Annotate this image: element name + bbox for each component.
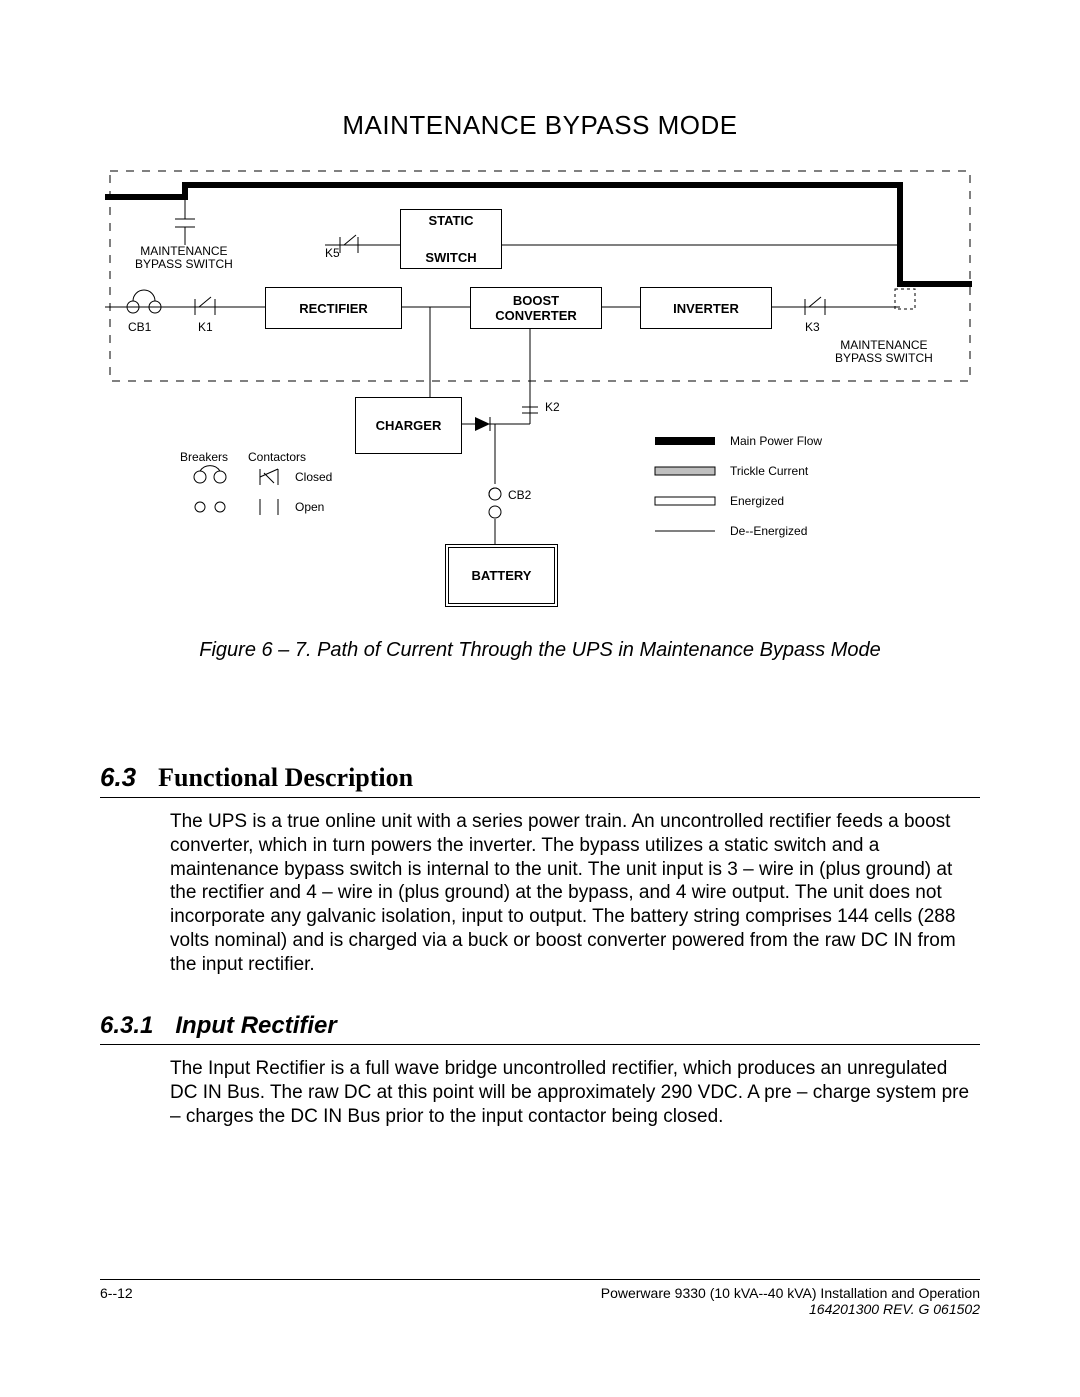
figure-caption: Figure 6 – 7. Path of Current Through th… <box>100 639 980 662</box>
k5-label: K5 <box>325 247 340 260</box>
footer-rev: 164201300 REV. G 061502 <box>809 1301 980 1317</box>
maint-bypass-switch-left-label: MAINTENANCE BYPASS SWITCH <box>135 245 233 271</box>
charger-block: CHARGER <box>355 397 462 454</box>
section-6-3-title: Functional Description <box>158 763 413 793</box>
footer-page: 6--12 <box>100 1285 133 1317</box>
section-6-3-num: 6.3 <box>100 762 136 793</box>
section-6-3-1-num: 6.3.1 <box>100 1012 153 1040</box>
battery-block: BATTERY <box>445 544 558 607</box>
k3-label: K3 <box>805 321 820 334</box>
diagram: STATIC SWITCH RECTIFIER BOOST CONVERTER … <box>100 149 980 609</box>
k1-label: K1 <box>198 321 213 334</box>
legend-contactors: Contactors <box>248 451 306 464</box>
section-6-3-1-title: Input Rectifier <box>175 1012 336 1040</box>
cb1-label: CB1 <box>128 321 151 334</box>
legend-breakers: Breakers <box>180 451 228 464</box>
legend-open: Open <box>295 501 324 514</box>
static-switch-block: STATIC SWITCH <box>400 209 502 269</box>
maint-bypass-switch-right-label: MAINTENANCE BYPASS SWITCH <box>835 339 933 365</box>
cb2-label: CB2 <box>508 489 531 502</box>
legend-closed: Closed <box>295 471 332 484</box>
diagram-title: MAINTENANCE BYPASS MODE <box>100 110 980 141</box>
section-6-3-1-body: The Input Rectifier is a full wave bridg… <box>170 1057 980 1128</box>
section-6-3: 6.3 Functional Description The UPS is a … <box>100 762 980 976</box>
page-footer: 6--12 Powerware 9330 (10 kVA--40 kVA) In… <box>100 1279 980 1317</box>
diagram-lines <box>100 149 980 609</box>
inverter-block: INVERTER <box>640 287 772 329</box>
legend-energized: Energized <box>730 495 784 508</box>
section-6-3-body: The UPS is a true online unit with a ser… <box>170 810 980 976</box>
legend-trickle: Trickle Current <box>730 465 808 478</box>
legend-deenergized: De--Energized <box>730 525 807 538</box>
page: MAINTENANCE BYPASS MODE <box>0 0 1080 1397</box>
k2-label: K2 <box>545 401 560 414</box>
footer-doc: Powerware 9330 (10 kVA--40 kVA) Installa… <box>601 1285 980 1301</box>
static-switch-label-top: STATIC <box>428 213 473 228</box>
static-switch-label-bot: SWITCH <box>425 250 476 265</box>
section-6-3-1: 6.3.1 Input Rectifier The Input Rectifie… <box>100 1012 980 1128</box>
rectifier-block: RECTIFIER <box>265 287 402 329</box>
boost-converter-block: BOOST CONVERTER <box>470 287 602 329</box>
legend-main-power: Main Power Flow <box>730 435 822 448</box>
